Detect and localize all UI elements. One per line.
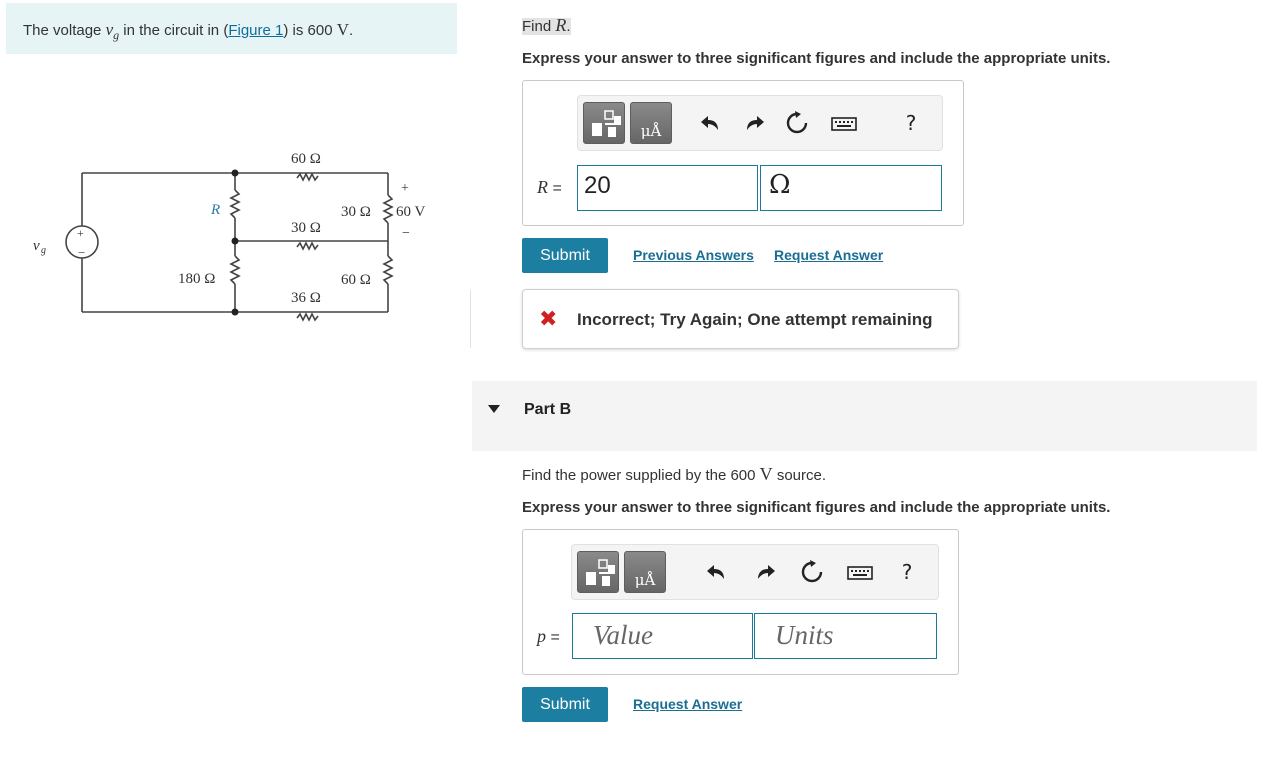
part-b-value-input[interactable]: Value [572,613,753,659]
reset-icon[interactable] [799,559,825,585]
voltage-label: 60 V [396,204,425,220]
part-b-question: Find the power supplied by the 600 V sou… [522,464,826,485]
part-a-submit-button[interactable]: Submit [522,238,608,273]
redo-icon[interactable] [752,559,778,585]
keyboard-icon[interactable] [846,559,873,585]
resistor-label-top: 60 Ω [291,151,321,167]
help-icon[interactable]: ? [898,110,924,136]
part-a-answer-box: μÅ ? R = 20 Ω [522,80,964,226]
part-a-toolbar: μÅ ? [577,95,943,151]
part-a-feedback: ✖ Incorrect; Try Again; One attempt rema… [522,289,959,349]
units-button[interactable]: μÅ [630,102,672,144]
templates-icon[interactable] [577,551,619,593]
source-minus: − [78,245,85,260]
part-a-question-var: R [555,15,567,35]
part-a-feedback-message: Incorrect; Try Again; One attempt remain… [577,310,933,329]
problem-statement: The voltage vg in the circuit in (Figure… [6,3,457,54]
part-b-field-var: p [537,626,546,646]
part-b-units-input[interactable]: Units [754,613,937,659]
collapse-triangle-icon[interactable] [488,405,500,413]
part-a-value-input[interactable]: 20 [577,165,758,211]
resistor-label-right-top: 30 Ω [341,204,371,220]
resistor-label-mid: 30 Ω [291,220,321,236]
resistor-label-r: R [210,202,220,218]
part-a-question: Find R. [522,15,571,36]
circuit-figure: 60 Ω 30 Ω 36 Ω R 30 Ω 60 Ω 180 Ω 60 V + … [33,151,425,322]
keyboard-icon[interactable] [830,110,857,136]
incorrect-icon: ✖ [539,306,558,331]
part-a-field-label: R = [537,177,562,198]
part-a-instruction: Express your answer to three significant… [522,50,1111,67]
statement-text-after: ) is 600 [283,22,337,39]
undo-icon[interactable] [698,110,724,136]
source-plus: + [77,226,84,240]
resistor-label-bot: 36 Ω [291,290,321,306]
part-b-answer-box: μÅ ? p = Value Units [522,529,959,675]
previous-answers-link[interactable]: Previous Answers [633,247,754,263]
statement-text-before: The voltage [23,22,106,39]
resistor-label-left-bot: 180 Ω [178,271,215,287]
part-b-request-answer-link[interactable]: Request Answer [633,696,742,712]
part-b-header[interactable]: Part B [472,381,1257,451]
part-b-question-unit: V [759,464,773,484]
part-a-request-answer-link[interactable]: Request Answer [774,247,883,263]
voltage-minus: − [402,226,410,241]
statement-text-end: . [349,22,354,39]
part-b-submit-button[interactable]: Submit [522,687,608,722]
units-button-label: μÅ [634,571,656,589]
part-b-toolbar: μÅ ? [571,544,939,600]
part-b-question-suffix: source. [772,467,827,484]
source-sub: g [41,245,46,256]
units-button-label: μÅ [640,122,662,140]
statement-variable: v [105,20,114,39]
part-b-title: Part B [524,401,572,418]
part-a-question-suffix: . [566,18,571,35]
part-b-question-prefix: Find the power supplied by the 600 [522,467,760,484]
redo-icon[interactable] [741,110,767,136]
resistor-label-right-bot: 60 Ω [341,272,371,288]
part-a-field-var: R [537,177,548,197]
source-label: v [33,238,40,254]
panel-divider [470,290,471,348]
part-b-instruction: Express your answer to three significant… [522,499,1111,516]
units-button[interactable]: μÅ [624,551,666,593]
help-icon[interactable]: ? [894,559,920,585]
voltage-plus: + [401,181,409,196]
part-a-question-prefix: Find [522,18,556,35]
undo-icon[interactable] [704,559,730,585]
part-b-field-label: p = [537,626,560,647]
statement-unit: V [336,20,349,39]
part-b-field-eq: = [546,629,560,646]
part-a-field-eq: = [548,180,562,197]
part-a-units-input[interactable]: Ω [760,165,942,211]
reset-icon[interactable] [784,110,810,136]
figure-link[interactable]: Figure 1 [228,22,283,39]
statement-text-mid: in the circuit in ( [119,22,229,39]
templates-icon[interactable] [583,102,625,144]
